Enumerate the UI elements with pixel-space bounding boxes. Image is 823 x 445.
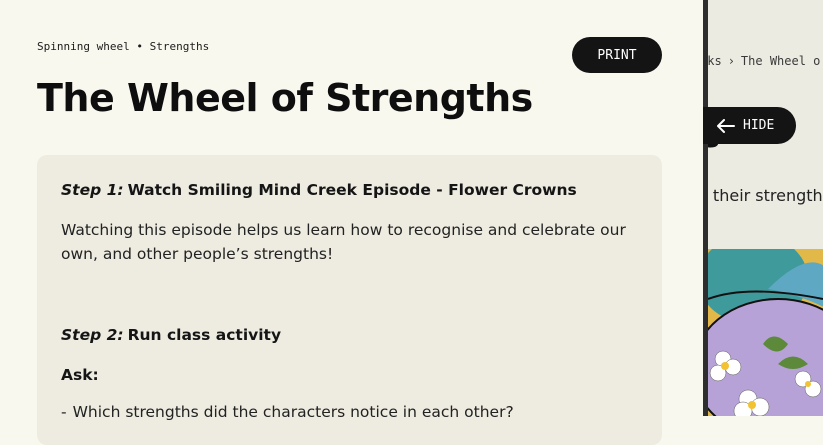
- ask-label: Ask:: [61, 366, 99, 384]
- step-1-heading: Step 1: Watch Smiling Mind Creek Episode …: [61, 181, 577, 199]
- background-text: e their strength: [698, 186, 823, 205]
- drawer-edge: [703, 0, 708, 416]
- eyebrow-tags: Spinning wheel • Strengths: [37, 40, 210, 53]
- page-title: The Wheel of Strengths: [37, 76, 533, 120]
- step-1-title: Watch Smiling Mind Creek Episode - Flowe…: [127, 181, 577, 199]
- chevron-right-icon: ›: [727, 54, 735, 68]
- question-list: Which strengths did the characters notic…: [61, 403, 514, 421]
- instructions-card: Step 1: Watch Smiling Mind Creek Episode …: [37, 155, 662, 445]
- step-2-label: Step 2:: [61, 326, 124, 344]
- hide-label: HIDE: [743, 118, 775, 133]
- breadcrumb-current: The Wheel o: [740, 54, 821, 68]
- episode-illustration: [708, 249, 823, 416]
- hide-button[interactable]: HIDE: [703, 107, 796, 144]
- step-2-heading: Step 2: Run class activity: [61, 326, 281, 344]
- list-item: Which strengths did the characters notic…: [61, 403, 514, 421]
- step-1-label: Step 1:: [61, 181, 124, 199]
- background-breadcrumb: aks › The Wheel o: [700, 54, 820, 68]
- activity-drawer: Spinning wheel • Strengths PRINT The Whe…: [0, 0, 703, 445]
- step-1-body: Watching this episode helps us learn how…: [61, 221, 626, 263]
- arrow-left-icon: [717, 118, 735, 133]
- illustration-art: [708, 249, 823, 416]
- step-2-title: Run class activity: [127, 326, 282, 344]
- print-button[interactable]: PRINT: [572, 37, 662, 73]
